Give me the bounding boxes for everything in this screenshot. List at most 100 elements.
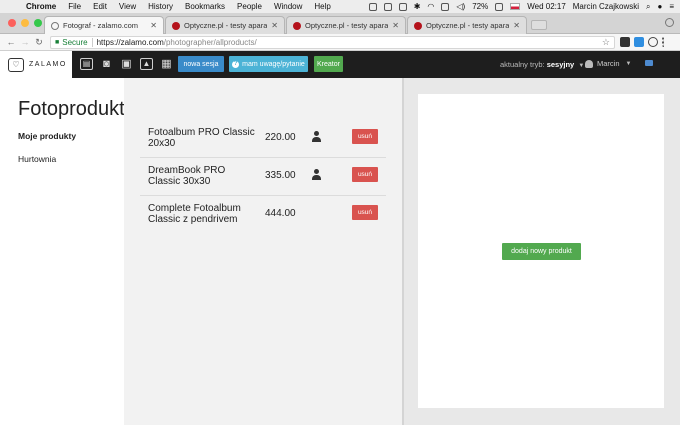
notification-center-icon[interactable]: ≡ (669, 2, 674, 11)
chrome-profile-icon[interactable] (665, 18, 674, 27)
menu-edit[interactable]: Edit (87, 2, 113, 11)
product-editor-panel: dodaj nowy produkt (402, 78, 680, 425)
tab-close-icon[interactable]: ✕ (513, 21, 520, 30)
page-title: Fotoprodukty (18, 98, 135, 120)
person-icon[interactable] (311, 169, 321, 180)
portrait-icon[interactable]: ▲ (140, 58, 153, 70)
time-machine-icon[interactable] (398, 2, 407, 11)
tab-close-icon[interactable]: ✕ (271, 21, 278, 30)
tab-favicon-icon (293, 21, 301, 30)
back-arrow-icon[interactable]: ← (4, 37, 18, 47)
camera-icon[interactable]: ◙ (100, 58, 113, 70)
tab-title: Optyczne.pl - testy aparató... (426, 21, 510, 30)
mode-label: aktualny tryb: (500, 60, 545, 69)
spotlight-icon[interactable]: ⌕ (646, 2, 650, 12)
input-source-flag-icon[interactable] (510, 3, 521, 10)
product-price: 335.00 (265, 170, 296, 181)
product-name[interactable]: DreamBook PRO Classic 30x30 (148, 165, 258, 187)
question-button[interactable]: ? mam uwagę/pytanie (229, 56, 308, 72)
logo-heart-icon: ♡ (8, 57, 24, 72)
clock[interactable]: Wed 02:17 (527, 2, 566, 11)
secure-label: Secure (62, 38, 88, 47)
address-bar[interactable]: ■ Secure https://zalamo.com/photographer… (50, 36, 615, 49)
user-icon (585, 59, 593, 68)
new-tab-button[interactable] (531, 20, 547, 30)
menu-people[interactable]: People (231, 2, 268, 11)
bluetooth-icon[interactable]: ✱ (414, 2, 421, 11)
zalamo-logo[interactable]: ♡ ZALAMO (0, 51, 72, 78)
extras-icon[interactable] (368, 2, 377, 11)
menu-file[interactable]: File (62, 2, 87, 11)
menu-history[interactable]: History (142, 2, 179, 11)
close-window-button[interactable] (8, 19, 16, 27)
forward-arrow-icon[interactable]: → (18, 37, 32, 47)
delete-button[interactable]: usuń (352, 129, 378, 144)
battery-percent[interactable]: 72% (472, 2, 488, 11)
address-separator (91, 38, 93, 47)
album-icon[interactable]: ▤ (80, 58, 93, 70)
product-editor-card: dodaj nowy produkt (418, 94, 664, 408)
question-icon: ? (232, 60, 240, 68)
blue-extension-icon[interactable] (634, 37, 644, 47)
reload-icon[interactable]: ↻ (32, 37, 46, 48)
gift-icon[interactable]: ▣ (120, 58, 133, 70)
menubar-status-area: ✱ ◠ ◁) 72% Wed 02:17 Marcin Czajkowski ⌕… (368, 2, 680, 12)
tab-optyczne-3[interactable]: Optyczne.pl - testy aparató... ✕ (407, 16, 527, 34)
caret-down-icon: ▼ (578, 63, 585, 69)
menu-chrome[interactable]: Chrome (20, 2, 62, 11)
seo-extension-icon[interactable] (620, 37, 630, 47)
caret-down-icon: ▼ (625, 60, 632, 67)
user-menu[interactable]: Marcin ▼ (585, 59, 631, 68)
sidebar-item-my-products[interactable]: Moje produkty (18, 131, 76, 141)
person-icon[interactable] (311, 131, 321, 142)
new-session-button[interactable]: nowa sesja (178, 56, 224, 72)
product-row: Complete Fotoalbum Classic z pendrivem 4… (140, 196, 386, 234)
delete-button[interactable]: usuń (352, 167, 378, 182)
tab-favicon-icon (172, 21, 180, 30)
tab-close-icon[interactable]: ✕ (392, 21, 399, 30)
app-navbar: ♡ ZALAMO ▤ ◙ ▣ ▲ ▦ nowa sesja ? mam uwag… (0, 51, 680, 78)
dropbox-icon[interactable] (383, 2, 392, 11)
tab-title: Fotograf - zalamo.com (63, 21, 139, 30)
airplay-icon[interactable] (441, 2, 450, 11)
tab-title: Optyczne.pl - testy aparató... (184, 21, 268, 30)
product-name[interactable]: Fotoalbum PRO Classic 20x30 (148, 127, 258, 149)
creator-button[interactable]: Kreator (314, 56, 343, 72)
sidebar: Fotoprodukty Moje produkty Hurtownia (0, 78, 135, 425)
tab-title: Optyczne.pl - testy aparató... (305, 21, 389, 30)
mode-selector[interactable]: aktualny tryb: sesyjny ▼ (500, 60, 584, 69)
menu-view[interactable]: View (113, 2, 142, 11)
chat-icon[interactable] (645, 60, 653, 66)
url-host: https://zalamo.com (96, 38, 164, 47)
minimize-window-button[interactable] (21, 19, 29, 27)
tab-favicon-icon (51, 21, 59, 30)
tab-zalamo[interactable]: Fotograf - zalamo.com ✕ (44, 16, 164, 34)
tab-optyczne-2[interactable]: Optyczne.pl - testy aparató... ✕ (286, 16, 406, 34)
wifi-icon[interactable]: ◠ (427, 2, 434, 11)
delete-button[interactable]: usuń (352, 205, 378, 220)
circle-extension-icon[interactable] (648, 37, 658, 47)
chrome-menu-icon[interactable] (662, 37, 666, 47)
tab-close-icon[interactable]: ✕ (150, 21, 157, 30)
menu-help[interactable]: Help (308, 2, 336, 11)
product-name[interactable]: Complete Fotoalbum Classic z pendrivem (148, 203, 258, 225)
product-row: DreamBook PRO Classic 30x30 335.00 usuń (140, 158, 386, 196)
question-button-label: mam uwagę/pytanie (242, 60, 305, 68)
tab-optyczne-1[interactable]: Optyczne.pl - testy aparató... ✕ (165, 16, 285, 34)
menu-bookmarks[interactable]: Bookmarks (179, 2, 231, 11)
sidebar-item-wholesale[interactable]: Hurtownia (18, 154, 56, 164)
mode-value: sesyjny (546, 60, 575, 69)
bookmark-star-icon[interactable]: ☆ (602, 37, 610, 48)
menubar-user[interactable]: Marcin Czajkowski (573, 2, 639, 11)
menu-window[interactable]: Window (268, 2, 308, 11)
battery-icon[interactable] (495, 2, 504, 11)
add-product-button[interactable]: dodaj nowy produkt (502, 243, 581, 260)
product-price: 444.00 (265, 208, 296, 219)
siri-icon[interactable]: ● (657, 2, 662, 11)
extension-icons (620, 37, 666, 47)
browser-toolbar: ← → ↻ ■ Secure https://zalamo.com/photog… (0, 34, 680, 51)
printer-icon[interactable]: ▦ (160, 58, 173, 70)
volume-icon[interactable]: ◁) (456, 2, 465, 11)
fullscreen-window-button[interactable] (34, 19, 42, 27)
logo-text: ZALAMO (29, 61, 67, 68)
